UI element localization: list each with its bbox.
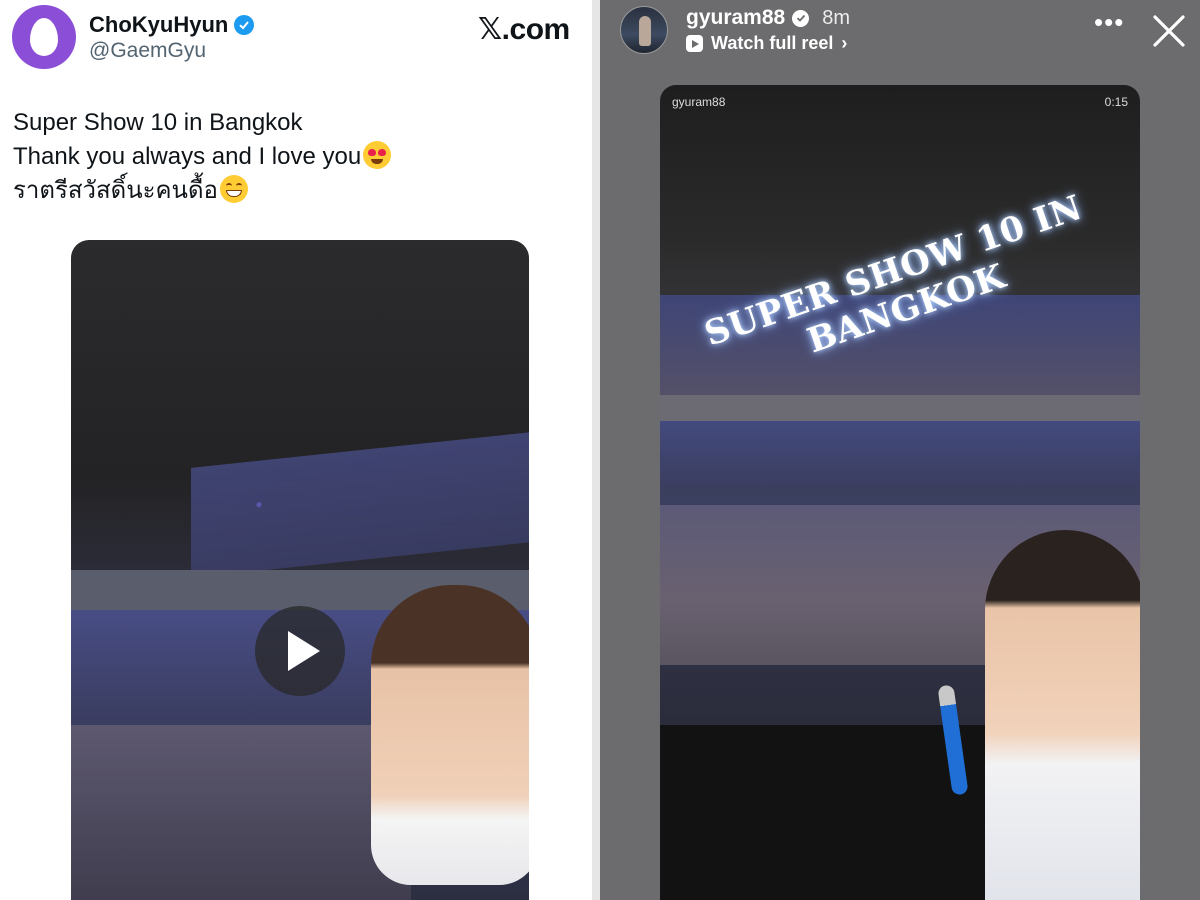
story-video[interactable]: gyuram88 0:15 SUPER SHOW 10 IN BANGKOK — [660, 85, 1140, 900]
video-username: gyuram88 — [672, 95, 726, 109]
reel-play-icon — [686, 35, 703, 52]
user-handle[interactable]: @GaemGyu — [89, 39, 206, 63]
display-name[interactable]: ChoKyuHyun — [89, 12, 228, 38]
story-user-row: gyuram88 8m — [686, 6, 850, 30]
watch-full-reel-label: Watch full reel — [711, 33, 834, 53]
tweet-line-2: Thank you always and I love you — [13, 140, 392, 174]
chevron-right-icon: › — [841, 33, 848, 53]
panel-divider — [592, 0, 600, 900]
verified-badge-icon — [234, 15, 255, 35]
default-egg-icon — [30, 18, 58, 56]
upper-crowd-image — [191, 432, 529, 578]
profile-avatar[interactable] — [12, 5, 76, 69]
video-timestamp: 0:15 — [1104, 95, 1128, 109]
heart-eyes-emoji-icon — [363, 141, 392, 169]
tweet-line-3-text: ราตรีสวัสดิ์นะคนดื้อ — [13, 177, 218, 204]
x-post-panel: ChoKyuHyun @GaemGyu 𝕏.com Super Show 10 … — [0, 0, 592, 900]
author-name-row: ChoKyuHyun — [89, 12, 255, 38]
tweet-video[interactable] — [71, 240, 529, 900]
x-com-logo: 𝕏.com — [478, 13, 570, 46]
balcony-rail-image — [660, 395, 1140, 421]
instagram-story-panel: gyuram88 8m Watch full reel › ••• gyuram… — [600, 0, 1200, 900]
selfie-person-image — [985, 530, 1140, 900]
stage-floor-image — [660, 725, 1020, 900]
lower-tier-crowd-image — [660, 421, 1140, 487]
tweet-text: Super Show 10 in Bangkok Thank you alway… — [13, 106, 392, 208]
grinning-emoji-icon — [219, 175, 248, 203]
story-avatar[interactable] — [620, 6, 668, 54]
tweet-line-1: Super Show 10 in Bangkok — [13, 109, 303, 136]
play-button[interactable] — [255, 606, 345, 696]
story-username[interactable]: gyuram88 — [686, 6, 785, 30]
more-options-icon[interactable]: ••• — [1094, 9, 1124, 35]
story-time-ago: 8m — [822, 6, 851, 29]
watch-full-reel-link[interactable]: Watch full reel › — [686, 33, 847, 54]
selfie-person-image — [371, 585, 529, 885]
tweet-line-3: ราตรีสวัสดิ์นะคนดื้อ — [13, 174, 391, 208]
play-icon — [288, 631, 320, 671]
tweet-line-2-text: Thank you always and I love you — [13, 143, 362, 170]
floor-crowd-image — [71, 725, 411, 900]
verified-badge-icon — [792, 9, 810, 27]
close-icon[interactable] — [1152, 14, 1186, 48]
